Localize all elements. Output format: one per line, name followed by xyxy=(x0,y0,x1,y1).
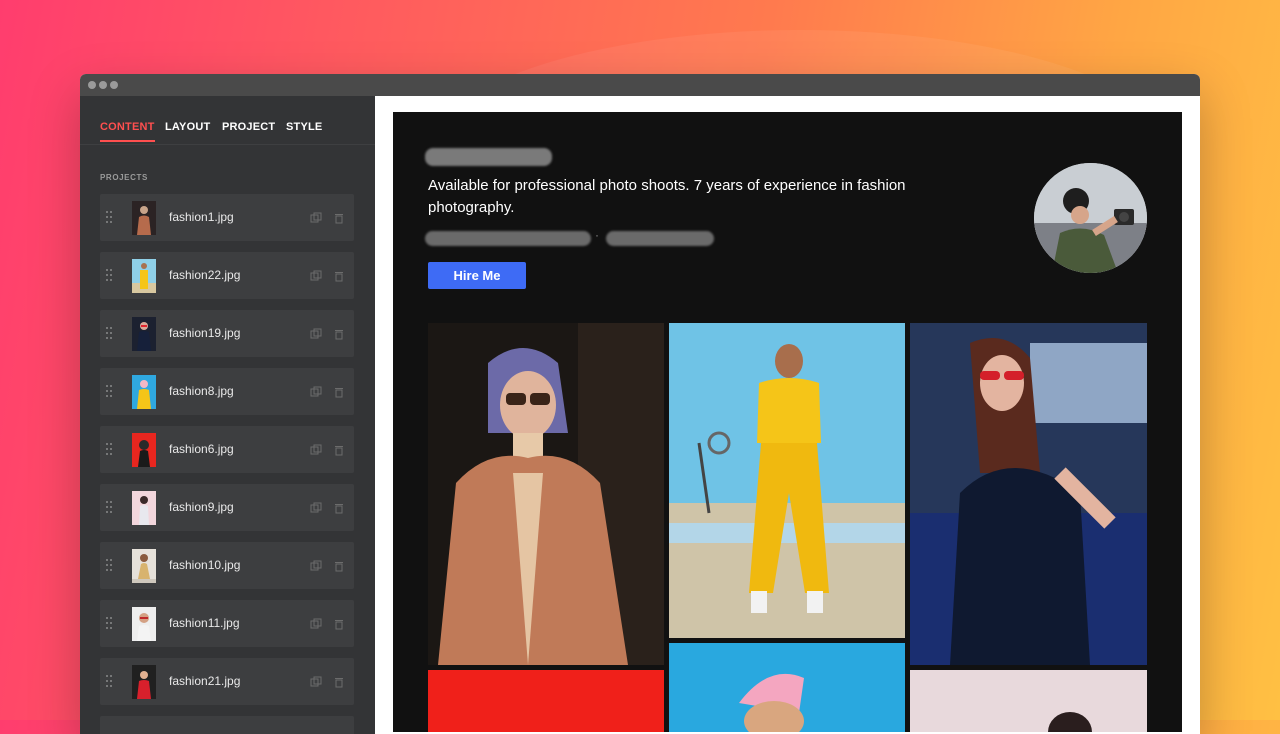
duplicate-icon[interactable] xyxy=(310,501,322,513)
drag-handle-icon[interactable] xyxy=(106,327,114,339)
tab-layout[interactable]: LAYOUT xyxy=(165,121,210,140)
project-list-item[interactable]: fashion10.jpg xyxy=(100,542,354,589)
drag-handle-icon[interactable] xyxy=(106,617,114,629)
trash-icon[interactable] xyxy=(333,327,345,340)
duplicate-icon[interactable] xyxy=(310,269,322,281)
duplicate-icon[interactable] xyxy=(310,617,322,629)
project-thumbnail xyxy=(132,259,156,293)
email-placeholder xyxy=(425,231,591,246)
duplicate-icon[interactable] xyxy=(310,211,322,223)
tab-project[interactable]: PROJECT xyxy=(222,121,275,140)
project-list-item[interactable]: fashion11.jpg xyxy=(100,600,354,647)
gallery-photo[interactable] xyxy=(669,643,905,732)
duplicate-icon[interactable] xyxy=(310,675,322,687)
window-titlebar xyxy=(80,74,1200,96)
tab-style[interactable]: STYLE xyxy=(286,121,322,140)
project-list-item[interactable]: fashion21.jpg xyxy=(100,658,354,705)
name-placeholder xyxy=(425,148,552,166)
project-filename: fashion9.jpg xyxy=(169,500,234,514)
gallery-photo[interactable] xyxy=(428,670,664,732)
trash-icon[interactable] xyxy=(333,211,345,224)
project-list-item[interactable]: fashion9.jpg xyxy=(100,484,354,531)
project-list-item[interactable]: fashion6.jpg xyxy=(100,426,354,473)
profile-avatar[interactable] xyxy=(1034,163,1147,273)
project-thumbnail xyxy=(132,433,156,467)
project-filename: fashion21.jpg xyxy=(169,674,241,688)
project-thumbnail xyxy=(132,491,156,525)
drag-handle-icon[interactable] xyxy=(106,501,114,513)
app-window: CONTENT LAYOUT PROJECT STYLE PROJECTS fa… xyxy=(80,74,1200,734)
window-dot-icon[interactable] xyxy=(88,81,96,89)
trash-icon[interactable] xyxy=(333,675,345,688)
project-thumbnail xyxy=(132,549,156,583)
editor-sidebar: CONTENT LAYOUT PROJECT STYLE PROJECTS fa… xyxy=(80,96,375,734)
tabs-divider xyxy=(80,144,375,145)
gallery-photo[interactable] xyxy=(910,670,1147,732)
project-filename: fashion19.jpg xyxy=(169,326,241,340)
phone-placeholder xyxy=(606,231,714,246)
project-thumbnail xyxy=(132,665,156,699)
project-list-item[interactable]: fashion8.jpg xyxy=(100,368,354,415)
window-dot-icon[interactable] xyxy=(110,81,118,89)
window-dot-icon[interactable] xyxy=(99,81,107,89)
drag-handle-icon[interactable] xyxy=(106,385,114,397)
project-list-item[interactable]: fashion22.jpg xyxy=(100,252,354,299)
gallery-photo[interactable] xyxy=(428,323,664,665)
project-filename: fashion6.jpg xyxy=(169,442,234,456)
trash-icon[interactable] xyxy=(333,501,345,514)
duplicate-icon[interactable] xyxy=(310,385,322,397)
trash-icon[interactable] xyxy=(333,443,345,456)
project-list-item[interactable]: fashion1.jpg xyxy=(100,194,354,241)
trash-icon[interactable] xyxy=(333,269,345,282)
trash-icon[interactable] xyxy=(333,617,345,630)
drag-handle-icon[interactable] xyxy=(106,559,114,571)
hire-me-button[interactable]: Hire Me xyxy=(428,262,526,289)
project-list-item[interactable] xyxy=(100,716,354,734)
gallery-photo[interactable] xyxy=(910,323,1147,665)
contact-separator: · xyxy=(595,228,599,242)
duplicate-icon[interactable] xyxy=(310,327,322,339)
drag-handle-icon[interactable] xyxy=(106,269,114,281)
drag-handle-icon[interactable] xyxy=(106,675,114,687)
project-thumbnail xyxy=(132,375,156,409)
project-filename: fashion1.jpg xyxy=(169,210,234,224)
projects-section-label: PROJECTS xyxy=(100,173,148,182)
project-filename: fashion10.jpg xyxy=(169,558,241,572)
trash-icon[interactable] xyxy=(333,559,345,572)
project-filename: fashion11.jpg xyxy=(169,616,240,630)
project-thumbnail xyxy=(132,607,156,641)
preview-canvas: Available for professional photo shoots.… xyxy=(375,96,1200,734)
project-thumbnail xyxy=(132,201,156,235)
bio-text: Available for professional photo shoots.… xyxy=(428,177,906,216)
drag-handle-icon[interactable] xyxy=(106,211,114,223)
duplicate-icon[interactable] xyxy=(310,559,322,571)
duplicate-icon[interactable] xyxy=(310,443,322,455)
tab-content[interactable]: CONTENT xyxy=(100,121,155,142)
project-filename: fashion8.jpg xyxy=(169,384,234,398)
gallery-photo[interactable] xyxy=(669,323,905,638)
portfolio-preview: Available for professional photo shoots.… xyxy=(393,112,1182,732)
trash-icon[interactable] xyxy=(333,385,345,398)
project-thumbnail xyxy=(132,317,156,351)
drag-handle-icon[interactable] xyxy=(106,443,114,455)
project-filename: fashion22.jpg xyxy=(169,268,241,282)
project-list-item[interactable]: fashion19.jpg xyxy=(100,310,354,357)
